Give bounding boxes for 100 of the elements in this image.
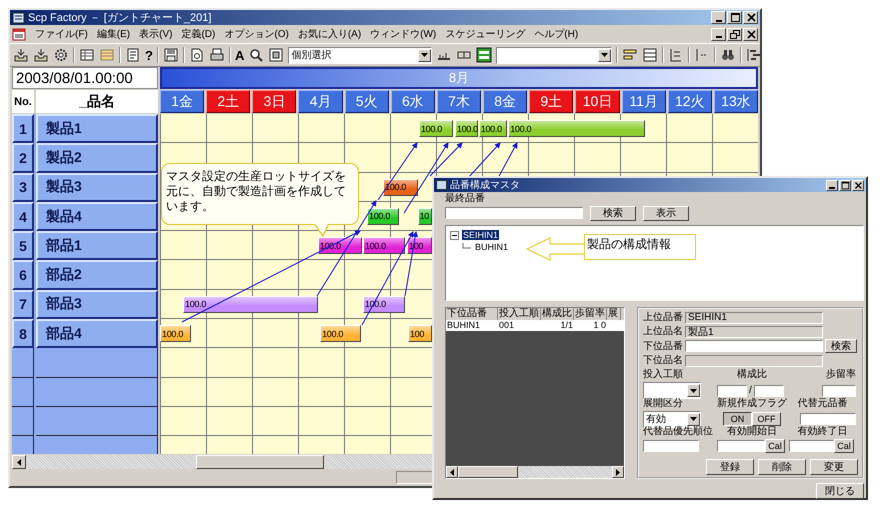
text-field[interactable] [643,440,699,452]
rows-icon[interactable] [642,47,658,63]
item-name[interactable]: 製品3 [36,172,158,202]
production-bar[interactable]: 10 [418,208,432,225]
restore-button[interactable] [727,28,742,40]
maximize-button[interactable] [839,180,851,190]
tree-item[interactable]: BUHIN1 [474,242,510,252]
calendar-button[interactable]: Cal [834,439,854,453]
text-field[interactable] [685,354,823,366]
close-button[interactable]: 閉じる [816,483,864,499]
field-label: 投入工順 [643,368,684,381]
scroll-right-button[interactable] [612,466,624,478]
page-icon[interactable] [188,47,205,63]
item-name[interactable]: 製品1 [36,114,158,144]
row-number[interactable]: 4 [12,202,34,232]
production-bar[interactable]: 100.0 [508,120,645,137]
menu-item[interactable]: お気に入り(A) [298,27,362,41]
production-bar[interactable]: 100.0 [367,208,400,225]
gantt-icon[interactable] [746,47,762,63]
picture-frame-icon[interactable] [268,47,284,63]
scroll-thumb[interactable] [196,455,324,469]
item-name[interactable]: 部品3 [36,290,158,320]
table-icon[interactable] [79,47,95,63]
toggle-option[interactable]: OFF [752,412,781,426]
action-button[interactable]: 変更 [810,459,858,475]
production-bar[interactable]: 100.0 [478,120,507,137]
item-name[interactable]: 製品4 [36,202,158,232]
help-button[interactable]: ? [145,48,153,62]
menu-item[interactable]: ヘルプ(H) [534,27,578,41]
item-name[interactable]: 部品1 [36,231,158,260]
collapse-icon[interactable] [450,230,459,240]
scroll-thumb[interactable] [458,466,518,478]
row-number[interactable]: 2 [12,143,34,173]
item-name[interactable]: 製品2 [36,143,158,173]
minimize-button[interactable] [826,180,838,190]
tree-item[interactable]: SEIHIN1 [462,230,500,240]
search-button[interactable]: 検索 [590,206,636,220]
document-icon[interactable] [125,47,141,63]
text-field[interactable] [822,384,856,396]
menu-item[interactable]: ウィンドウ(W) [370,27,436,41]
close-button[interactable] [743,28,758,40]
grid-icon[interactable] [476,47,492,63]
caret-icon [690,417,697,421]
minimize-button[interactable] [711,28,726,40]
inbox-icon[interactable] [13,47,29,63]
production-bar[interactable]: 100.0 [320,325,362,342]
close-button[interactable] [743,11,758,24]
row-number[interactable]: 6 [12,260,34,290]
close-button[interactable] [852,180,864,190]
show-button[interactable]: 表示 [643,206,689,220]
production-bar[interactable]: 100.0 [183,296,318,313]
menu-item[interactable]: 表示(V) [139,27,172,41]
action-button[interactable]: 削除 [758,459,806,475]
item-name[interactable]: 部品2 [36,260,158,290]
search-button[interactable]: 検索 [825,339,857,353]
text-field[interactable] [800,413,856,425]
menu-item[interactable]: 編集(E) [96,27,130,41]
scroll-left-button[interactable] [12,455,26,469]
text-field[interactable] [754,384,784,396]
date-field[interactable]: 2003/08/01.00:00 [12,67,158,89]
row-number[interactable]: 7 [12,290,34,320]
horizontal-scrollbar[interactable] [446,466,624,478]
toggle-option[interactable]: ON [723,412,752,426]
row-number[interactable]: 1 [12,114,34,144]
text-field[interactable] [789,440,834,452]
menu-item[interactable]: 定義(D) [181,27,216,41]
production-bar[interactable]: 100.0 [362,237,406,254]
production-bar[interactable]: 100.0 [418,120,453,137]
inbox-icon[interactable] [33,47,49,63]
row-number[interactable]: 3 [12,172,34,202]
search-icon[interactable] [248,47,264,63]
menu-item[interactable]: スケジューリング [445,27,526,41]
row-number[interactable]: 5 [12,231,34,260]
gear-icon[interactable] [53,47,69,63]
dropdown[interactable] [643,382,701,399]
menu-item[interactable]: ファイル(F) [35,27,88,41]
printer-icon[interactable] [208,47,225,63]
field-label: 有効開始日 [726,425,778,438]
text-field[interactable] [717,440,765,452]
production-bar[interactable]: 100 [408,325,432,342]
action-button[interactable]: 登録 [706,459,754,475]
selection-dropdown[interactable]: 個別選択 [288,46,432,64]
calendar-button[interactable]: Cal [765,439,785,453]
item-name[interactable]: 部品4 [36,319,158,348]
minimize-button[interactable] [711,11,726,24]
window-title: Scp Factory － [ガントチャート_201] [28,11,212,25]
row-number[interactable]: 8 [12,319,34,348]
maximize-button[interactable] [727,11,742,24]
text-field[interactable] [685,340,823,352]
menu-item[interactable]: オプション(O) [224,27,289,41]
production-bar[interactable]: 100.0 [160,325,192,342]
filter-dropdown[interactable] [496,46,612,64]
scroll-left-button[interactable] [446,466,458,478]
text-field[interactable]: SEIHIN1 [685,312,823,324]
text-field[interactable] [717,384,747,396]
text-field[interactable] [445,207,583,219]
binoculars-icon[interactable] [720,47,736,63]
field-label: 上位品番 [643,311,683,324]
font-button[interactable]: A [234,48,244,62]
text-field[interactable]: 製品1 [685,326,823,338]
